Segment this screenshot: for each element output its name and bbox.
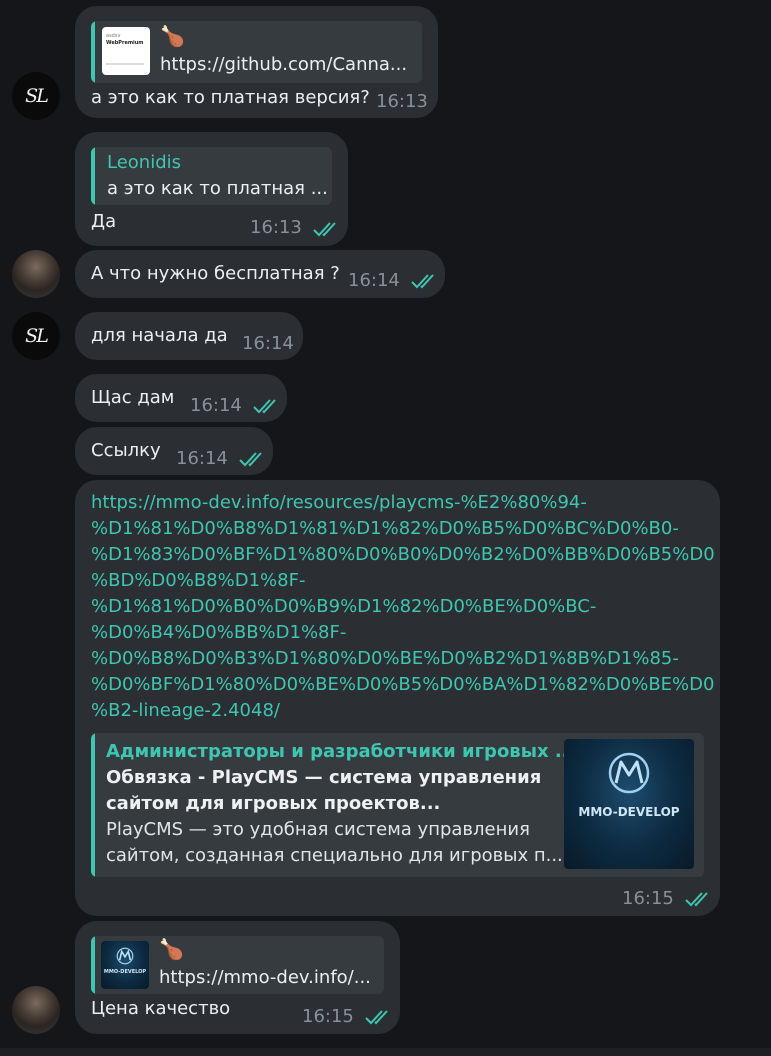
preview-accent-bar	[91, 733, 95, 877]
reply-preview[interactable]: MMO-DEVELOP 🍗 https://mmo-dev.info/...	[91, 936, 384, 994]
reply-link[interactable]: https://github.com/Canna...	[160, 53, 407, 77]
message-text: Щас дам	[91, 387, 175, 408]
message-time: 16:14	[242, 333, 294, 354]
bottom-divider	[0, 1048, 771, 1056]
message-time: 16:13	[250, 217, 302, 238]
message-link-line[interactable]: %B2-lineage-2.4048/	[91, 698, 280, 724]
message-bubble[interactable]: для начала да 16:14	[75, 312, 303, 360]
message-link-line[interactable]: %D1%83%D0%BF%D1%80%D0%B0%D0%B2%D0%BB%D0%…	[91, 542, 715, 568]
message-time: 16:14	[190, 395, 242, 416]
preview-description: PlayCMS — это удобная система управления	[106, 819, 530, 840]
read-checkmarks-icon	[411, 272, 439, 290]
read-checkmarks-icon	[313, 220, 341, 238]
chat-area: SL asdsv WebPremium 🍗 https://github.com…	[0, 0, 771, 1056]
message-link-line[interactable]: https://mmo-dev.info/resources/playcms-%…	[91, 490, 587, 516]
message-text: Да	[91, 211, 117, 232]
avatar-initials: SL	[25, 325, 49, 347]
link-preview-card[interactable]: Администраторы и разработчики игровых ..…	[91, 733, 704, 877]
message-link-line[interactable]: %D0%BF%D1%80%D0%BE%D0%B5%D0%BA%D1%82%D0%…	[91, 672, 714, 698]
preview-title: сайтом для игровых проектов...	[106, 793, 441, 814]
preview-site-name: Администраторы и разработчики игровых ..…	[106, 741, 576, 762]
reply-link[interactable]: https://mmo-dev.info/...	[159, 966, 371, 990]
mmo-logo-icon	[608, 752, 650, 794]
message-text: для начала да	[91, 325, 228, 346]
avatar-user[interactable]	[12, 986, 60, 1034]
thumbnail-line	[106, 63, 144, 65]
avatar-sl[interactable]: SL	[12, 312, 60, 360]
thumbnail-title: WebPremium	[106, 40, 144, 46]
mmo-logo-icon	[116, 947, 134, 965]
message-bubble[interactable]: MMO-DEVELOP 🍗 https://mmo-dev.info/... Ц…	[75, 921, 400, 1034]
thumbnail-caption: asdsv	[106, 33, 121, 39]
message-link-line[interactable]: %BD%D0%B8%D1%8F-	[91, 568, 305, 594]
message-time: 16:15	[302, 1006, 354, 1027]
reply-text: а это как то платная ...	[107, 178, 328, 199]
read-checkmarks-icon	[685, 890, 713, 908]
message-bubble[interactable]: https://mmo-dev.info/resources/playcms-%…	[75, 480, 720, 916]
reply-preview[interactable]: asdsv WebPremium 🍗 https://github.com/Ca…	[91, 21, 422, 83]
reply-thumbnail: MMO-DEVELOP	[101, 941, 149, 989]
message-text: А что нужно бесплатная ?	[91, 263, 340, 284]
avatar-user[interactable]	[12, 250, 60, 298]
message-text: а это как то платная версия?	[91, 87, 370, 108]
message-link-line[interactable]: %D1%81%D0%B8%D1%81%D1%82%D0%B5%D0%BC%D0%…	[91, 516, 679, 542]
message-bubble[interactable]: asdsv WebPremium 🍗 https://github.com/Ca…	[75, 6, 438, 118]
message-link-line[interactable]: %D0%B8%D0%B3%D1%80%D0%BE%D0%B2%D1%8B%D1%…	[91, 646, 679, 672]
reply-emoji: 🍗	[159, 937, 184, 961]
avatar-initials: SL	[25, 85, 49, 107]
avatar-sl[interactable]: SL	[12, 72, 60, 120]
message-time: 16:13	[376, 91, 428, 112]
read-checkmarks-icon	[239, 450, 267, 468]
message-time: 16:14	[176, 448, 228, 469]
reply-accent-bar	[91, 147, 95, 205]
preview-thumbnail-logo: MMO-DEVELOP	[578, 805, 680, 819]
message-bubble[interactable]: Ссылку 16:14	[75, 427, 273, 475]
message-link-line[interactable]: %D0%B4%D0%BB%D1%8F-	[91, 620, 346, 646]
preview-description: сайтом, созданная специально для игровых…	[106, 845, 563, 866]
link-thumbnail: asdsv WebPremium	[102, 27, 150, 75]
message-time: 16:14	[348, 270, 400, 291]
reply-preview[interactable]: Leonidis а это как то платная ...	[91, 147, 332, 205]
message-text: Цена качество	[91, 998, 231, 1019]
reply-accent-bar	[91, 936, 95, 994]
reply-thumbnail-logo: MMO-DEVELOP	[103, 969, 147, 975]
message-text: Ссылку	[91, 440, 161, 461]
message-link-line[interactable]: %D1%81%D0%B0%D0%B9%D1%82%D0%BE%D0%BC-	[91, 594, 596, 620]
message-bubble[interactable]: Щас дам 16:14	[75, 374, 287, 422]
message-time: 16:15	[622, 888, 674, 909]
message-bubble[interactable]: А что нужно бесплатная ? 16:14	[75, 250, 445, 298]
message-bubble[interactable]: Leonidis а это как то платная ... Да 16:…	[75, 132, 348, 246]
reply-emoji: 🍗	[160, 24, 185, 48]
preview-thumbnail: MMO-DEVELOP	[564, 739, 694, 869]
reply-author: Leonidis	[107, 152, 182, 173]
read-checkmarks-icon	[253, 397, 281, 415]
preview-title: Обвязка - PlayCMS — система управления	[106, 767, 542, 788]
read-checkmarks-icon	[365, 1008, 393, 1026]
reply-accent-bar	[91, 21, 95, 83]
